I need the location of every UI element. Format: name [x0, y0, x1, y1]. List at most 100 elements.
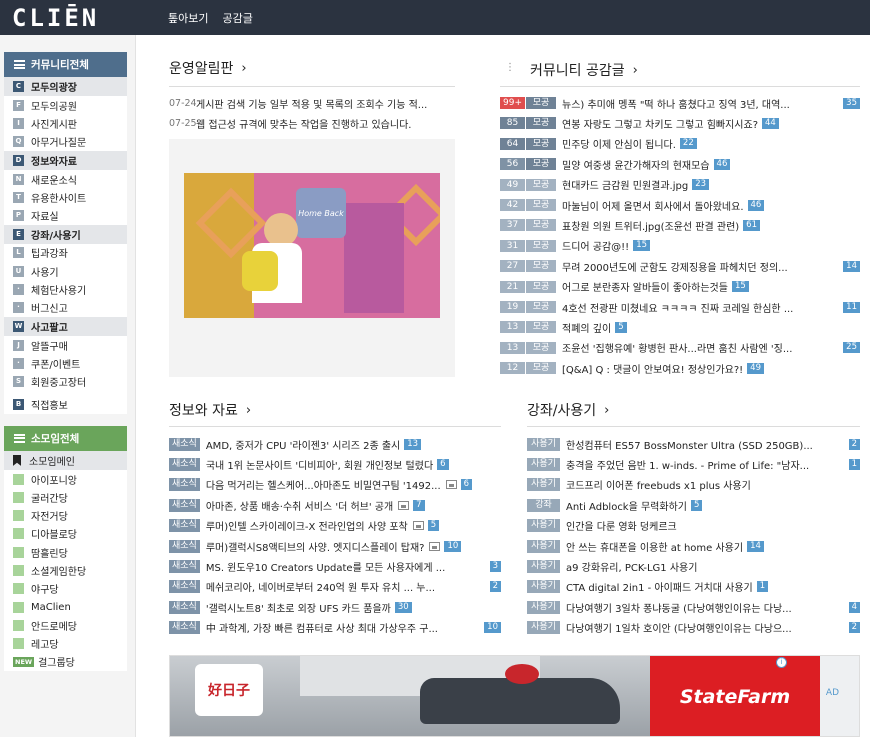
sidebar-group[interactable]: C 모두의광장 [4, 77, 127, 96]
best-text: 연봉 자랑도 그렇고 차키도 그렇고 힘빠지시죠? [562, 119, 759, 131]
info-row[interactable]: 새소식 '갤럭시노트8' 최초로 외장 UFS 카드 품을까 30 [169, 597, 501, 617]
sidebar-somoim-item[interactable]: 레고당 [4, 635, 127, 653]
best-row[interactable]: 31 모공 드디어 공감@!! 15 [500, 236, 860, 256]
info-row[interactable]: 새소식 다음 먹거리는 헬스케어...아마존도 비밀연구팀 '1492... 6 [169, 475, 501, 495]
chevron-right-icon: › [632, 62, 638, 78]
sidebar-item-label: 새로운소식 [31, 175, 77, 187]
info-row[interactable]: 새소식 국내 1위 논문사이트 '디비피아', 회원 개인정보 털렸다 6 [169, 454, 501, 474]
info-text: 中 과학계, 가장 빠른 컴퓨터로 사상 최대 가상우주 구... [205, 624, 438, 636]
notice-title[interactable]: 운영알림판 › [169, 58, 247, 78]
sidebar-group-label: 모두의광장 [31, 83, 77, 94]
info-row[interactable]: 새소식 루머)인텔 스카이레이크-X 전라인업의 사양 포착 5 [169, 516, 501, 536]
best-text: 4호선 전광판 미쳤네요 ㅋㅋㅋㅋ 진짜 코레일 한심한 ... [562, 303, 794, 315]
sidebar-item-promo[interactable]: B 직접홍보 [4, 394, 127, 414]
notice-row[interactable]: 07-25 웹 접근성 규격에 맞추는 작업을 진행하고 있습니다. [169, 113, 455, 133]
best-row[interactable]: 19 모공 4호선 전광판 미쳤네요 ㅋㅋㅋㅋ 진짜 코레일 한심한 ... 11 [500, 297, 860, 317]
info-row[interactable]: 새소식 MS. 윈도우10 Creators Update를 모든 사용자에게 .… [169, 556, 501, 576]
bookmark-icon [13, 454, 21, 466]
lecture-text: 코드프리 이어폰 freebuds x1 plus 사용기 [566, 481, 751, 493]
sidebar-somoim-main[interactable]: 소모임메인 [4, 450, 127, 470]
best-row[interactable]: 85 모공 연봉 자랑도 그렇고 차키도 그렇고 힘빠지시죠? 44 [500, 113, 860, 133]
best-title[interactable]: 커뮤니티 공감글 › [530, 60, 638, 80]
best-row[interactable]: 27 모공 무려 2000년도에 군함도 강제징용을 파헤치던 정의... 14 [500, 256, 860, 276]
notice-row[interactable]: 07-24 게시판 검색 기능 일부 적용 및 목록의 조회수 기능 적... [169, 93, 455, 113]
sidebar-item[interactable]: S 회원중고장터 [4, 373, 127, 391]
sidebar-item[interactable]: · 체험단사용기 [4, 280, 127, 298]
news-tag: 새소식 [169, 478, 200, 492]
ad-banner[interactable]: 好日子 StateFarm i AD [169, 655, 860, 737]
like-count-badge: 27 [500, 260, 525, 273]
sidebar-somoim-item[interactable]: 아이포니앙 [4, 470, 127, 488]
sidebar-item-label: 소모임메인 [29, 456, 75, 468]
sidebar-group[interactable]: E 강좌/사용기 [4, 224, 127, 244]
sidebar-somoim-item[interactable]: 굴러간당 [4, 488, 127, 506]
notice-banner[interactable]: Home Back [169, 139, 455, 377]
news-tag: 새소식 [169, 559, 200, 573]
best-row[interactable]: 12 모공 [Q&A] Q : 댓글이 안보여요! 정상인가요?! 49 [500, 358, 860, 378]
best-row[interactable]: 49 모공 현대카드 금감원 민원결과.jpg 23 [500, 175, 860, 195]
category-badge: 모공 [526, 239, 556, 252]
sidebar-group[interactable]: D 정보와자료 [4, 150, 127, 170]
best-row[interactable]: 64 모공 민주당 이제 안심이 됩니다. 22 [500, 134, 860, 154]
best-row[interactable]: 56 모공 밀양 여중생 윤간가해자의 현재모습 46 [500, 154, 860, 174]
info-row[interactable]: 새소식 아마존, 상품 배송·수취 서비스 '더 허브' 공개 7 [169, 495, 501, 515]
nav-best[interactable]: 공감글 [222, 10, 252, 26]
lecture-row[interactable]: 사용기 다낭여행기 1일차 호이안 (다낭여행인이유는 다낭으... 2 [527, 618, 860, 638]
sidebar-item[interactable]: J 알뜰구매 [4, 336, 127, 354]
lecture-row[interactable]: 사용기 인간을 다룬 영화 덩케르크 [527, 516, 860, 536]
sidebar-item[interactable]: L 팁과강좌 [4, 244, 127, 262]
sidebar-somoim-item[interactable]: 야구당 [4, 580, 127, 598]
community-all-header[interactable]: 커뮤니티전체 [4, 52, 127, 77]
info-text: 아마존, 상품 배송·수취 서비스 '더 허브' 공개 [205, 501, 394, 513]
info-row[interactable]: 새소식 루머)갤럭시S8액티브의 사양. 엣지디스플레이 탑재? 10 [169, 536, 501, 556]
info-row[interactable]: 새소식 메쉬코리아, 네이버로부터 240억 원 투자 유치 ... 누... 2 [169, 577, 501, 597]
nav-browse[interactable]: 톺아보기 [168, 10, 208, 26]
sidebar-somoim-item[interactable]: 안드로메당 [4, 616, 127, 634]
sidebar-somoim-item[interactable]: 소셜게임한당 [4, 561, 127, 579]
sidebar-item[interactable]: Q 아무거나질문 [4, 133, 127, 151]
lecture-title[interactable]: 강좌/사용기 › [527, 400, 609, 420]
best-row[interactable]: 42 모공 마눌님이 어제 올면서 회사에서 돌아왔네요. 46 [500, 195, 860, 215]
lecture-row[interactable]: 사용기 코드프리 이어폰 freebuds x1 plus 사용기 [527, 475, 860, 495]
somoim-all-header[interactable]: 소모임전체 [4, 425, 127, 451]
news-tag: 새소식 [169, 519, 200, 533]
best-row[interactable]: 13 모공 적폐의 깊이 5 [500, 317, 860, 337]
sidebar-somoim-item[interactable]: MaClien [4, 598, 127, 616]
sidebar-somoim-item[interactable]: NEW 걸그룹당 [4, 653, 127, 671]
site-logo[interactable]: CLIĒN [12, 4, 162, 32]
sidebar-item[interactable]: N 새로운소식 [4, 170, 127, 188]
info-row[interactable]: 새소식 AMD, 중저가 CPU '라이젠3' 시리즈 2종 출시 13 [169, 434, 501, 454]
sidebar-item[interactable]: F 모두의공원 [4, 96, 127, 114]
comment-count: 46 [747, 199, 765, 211]
best-row[interactable]: 99+ 모공 뉴스) 추미애 멩폭 "떡 하나 훔쳤다고 징역 3년, 대역... 3… [500, 93, 860, 113]
best-row[interactable]: 37 모공 표창원 의원 트위터.jpg(조윤선 판결 관련) 61 [500, 215, 860, 235]
sidebar-item[interactable]: · 쿠폰/이벤트 [4, 354, 127, 372]
sidebar-group[interactable]: W 사고팔고 [4, 316, 127, 336]
comment-count: 10 [444, 540, 462, 552]
sidebar-item[interactable]: U 사용기 [4, 262, 127, 280]
info-row[interactable]: 새소식 中 과학계, 가장 빠른 컴퓨터로 사상 최대 가상우주 구... 10 [169, 618, 501, 638]
best-row[interactable]: 13 모공 조윤선 '집행유예' 황병헌 판사...라면 훔친 사람엔 '징... 2… [500, 338, 860, 358]
lecture-row[interactable]: 사용기 a9 강화유리, PCK-LG1 사용기 [527, 556, 860, 576]
best-row[interactable]: 21 모공 어그로 분란종자 알바들이 좋아하는것들 15 [500, 277, 860, 297]
lecture-row[interactable]: 사용기 CTA digital 2in1 - 아이패드 거치대 사용기 1 [527, 577, 860, 597]
sidebar-item[interactable]: · 버그신고 [4, 299, 127, 317]
lecture-row[interactable]: 사용기 다낭여행기 3일차 퐁냐동굴 (다낭여행인이유는 다낭... 4 [527, 597, 860, 617]
vertical-dots-icon[interactable]: ⋮ [505, 62, 515, 73]
board-letter-icon: F [13, 99, 24, 111]
sidebar-item[interactable]: I 사진게시판 [4, 114, 127, 132]
sidebar-item[interactable]: P 자료실 [4, 206, 127, 224]
lecture-row[interactable]: 사용기 충격을 주었던 음반 1. w-inds. - Prime of Life… [527, 454, 860, 474]
sidebar-somoim-item[interactable]: 디아블로당 [4, 525, 127, 543]
category-badge: 모공 [526, 301, 556, 313]
info-title[interactable]: 정보와 자료 › [169, 400, 251, 420]
lecture-row[interactable]: 강좌 Anti Adblock을 무력화하기 5 [527, 495, 860, 515]
sidebar-somoim-item[interactable]: 자전거당 [4, 506, 127, 524]
ad-info-icon[interactable]: i [776, 657, 787, 668]
lecture-row[interactable]: 사용기 한성컴퓨터 ES57 BossMonster Ultra (SSD 250… [527, 434, 860, 454]
comment-count: 30 [394, 601, 412, 613]
sidebar-somoim-item[interactable]: 땀흘린당 [4, 543, 127, 561]
top-nav: 톺아보기 공감글 [168, 10, 253, 26]
lecture-row[interactable]: 사용기 안 쓰는 휴대폰을 이용한 at home 사용기 14 [527, 536, 860, 556]
sidebar-item[interactable]: T 유용한사이트 [4, 188, 127, 206]
